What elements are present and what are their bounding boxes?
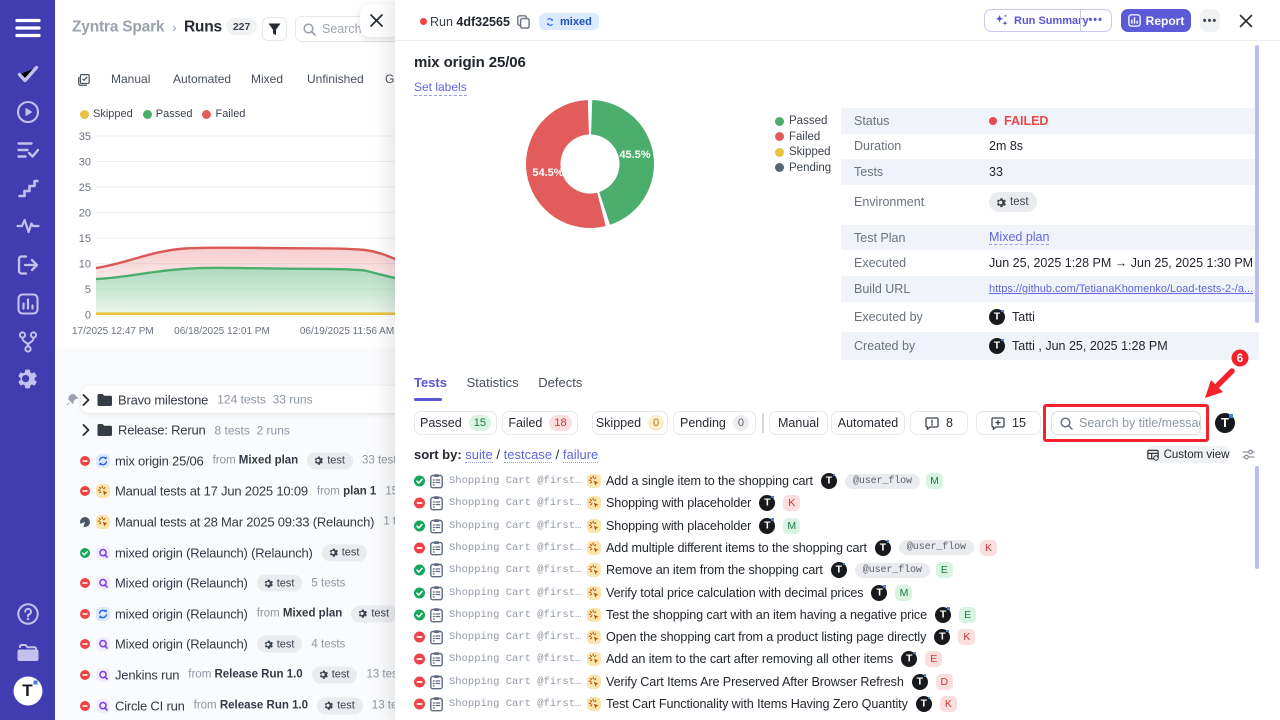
svg-text:45.5%: 45.5% [619,149,650,161]
svg-text:15: 15 [79,233,91,245]
svg-text:35: 35 [79,131,91,143]
svg-text:6: 6 [1237,353,1243,365]
svg-text:5: 5 [85,284,91,296]
svg-text:25: 25 [79,182,91,194]
svg-text:30: 30 [79,157,91,169]
svg-text:54.5%: 54.5% [532,167,563,179]
svg-text:06/19/2025 11:56 AM: 06/19/2025 11:56 AM [300,326,394,337]
svg-text:06/18/2025 12:01 PM: 06/18/2025 12:01 PM [174,326,270,337]
svg-text:17/2025 12:47 PM: 17/2025 12:47 PM [72,326,154,337]
svg-text:20: 20 [79,208,91,220]
svg-text:0: 0 [85,310,91,322]
svg-text:10: 10 [79,259,91,271]
